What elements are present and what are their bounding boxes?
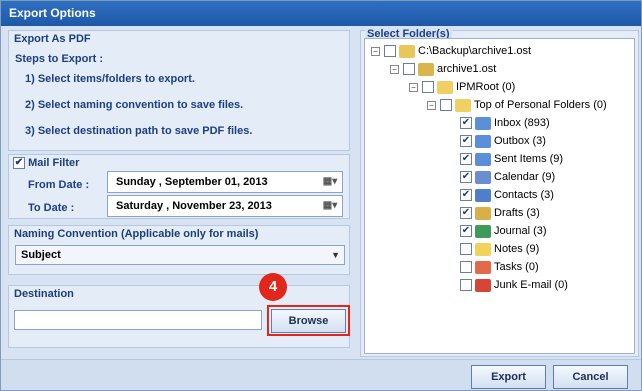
tree-node-journal[interactable]: ✔ Journal (3) xyxy=(460,222,547,240)
tree-node-notes[interactable]: Notes (9) xyxy=(460,240,539,258)
folder-checkbox[interactable]: ✔ xyxy=(460,207,472,220)
collapse-icon[interactable]: − xyxy=(427,100,436,110)
folder-checkbox[interactable] xyxy=(440,99,452,112)
window-title: Export Options xyxy=(1,1,641,26)
collapse-icon[interactable]: − xyxy=(371,46,380,56)
pst-file-icon xyxy=(418,62,434,76)
tree-node-label: Inbox (893) xyxy=(494,117,550,129)
export-button[interactable]: Export xyxy=(471,365,546,389)
naming-convention-select[interactable]: Subject ▼ xyxy=(15,245,345,265)
tree-node-label: Sent Items (9) xyxy=(494,153,564,165)
naming-convention-header: Naming Convention (Applicable only for m… xyxy=(14,228,259,240)
from-date-label: From Date : xyxy=(28,179,90,191)
mail-filter-label: Mail Filter xyxy=(28,157,80,169)
tree-node-drafts[interactable]: ✔ Drafts (3) xyxy=(460,204,540,222)
tree-node-label: Junk E-mail (0) xyxy=(494,279,568,291)
tree-node-outbox[interactable]: ✔ Outbox (3) xyxy=(460,132,546,150)
journal-icon xyxy=(475,224,491,238)
folder-icon xyxy=(455,98,471,112)
tree-node-label: C:\Backup\archive1.ost xyxy=(418,45,532,57)
tree-node-label: IPMRoot (0) xyxy=(456,81,516,93)
folder-icon xyxy=(437,80,453,94)
calendar-dropdown-icon[interactable]: ▦▾ xyxy=(320,174,340,190)
tree-node-label: Outbox (3) xyxy=(494,135,546,147)
step-3-text: 3) Select destination path to save PDF f… xyxy=(25,125,253,137)
folder-checkbox[interactable] xyxy=(460,261,472,274)
folder-checkbox[interactable] xyxy=(460,243,472,256)
notes-icon xyxy=(475,242,491,256)
tree-node-inbox[interactable]: ✔ Inbox (893) xyxy=(460,114,550,132)
tree-node-root[interactable]: − C:\Backup\archive1.ost xyxy=(371,42,531,60)
export-pdf-panel: Export As PDF Steps to Export : 1) Selec… xyxy=(8,30,350,151)
browse-button[interactable]: Browse xyxy=(271,309,346,333)
tasks-icon xyxy=(475,260,491,274)
destination-path-input[interactable] xyxy=(14,310,262,330)
outbox-icon xyxy=(475,134,491,148)
steps-heading: Steps to Export : xyxy=(15,53,104,65)
tree-node-label: Contacts (3) xyxy=(494,189,554,201)
chevron-down-icon: ▼ xyxy=(331,250,340,260)
tree-node-top-folders[interactable]: − Top of Personal Folders (0) xyxy=(427,96,607,114)
tree-node-tasks[interactable]: Tasks (0) xyxy=(460,258,539,276)
step-1-text: 1) Select items/folders to export. xyxy=(25,73,195,85)
folder-checkbox[interactable] xyxy=(460,279,472,292)
sent-items-icon xyxy=(475,152,491,166)
junk-email-icon xyxy=(475,278,491,292)
calendar-dropdown-icon[interactable]: ▦▾ xyxy=(320,198,340,214)
tree-node-junk-email[interactable]: Junk E-mail (0) xyxy=(460,276,568,294)
naming-convention-value: Subject xyxy=(21,249,61,261)
folder-checkbox[interactable]: ✔ xyxy=(460,153,472,166)
tree-node-label: Top of Personal Folders (0) xyxy=(474,99,607,111)
naming-convention-panel: Naming Convention (Applicable only for m… xyxy=(8,225,350,275)
tree-node-sent-items[interactable]: ✔ Sent Items (9) xyxy=(460,150,563,168)
folder-checkbox[interactable] xyxy=(422,81,434,94)
folder-checkbox[interactable]: ✔ xyxy=(460,117,472,130)
tree-node-label: Journal (3) xyxy=(494,225,547,237)
tree-node-ipmroot[interactable]: − IPMRoot (0) xyxy=(409,78,515,96)
folder-tree: − C:\Backup\archive1.ost − archive1.ost − I… xyxy=(364,38,635,354)
export-pdf-header: Export As PDF xyxy=(14,33,91,45)
tree-node-label: Calendar (9) xyxy=(494,171,556,183)
contacts-icon xyxy=(475,188,491,202)
folder-checkbox[interactable]: ✔ xyxy=(460,225,472,238)
tree-node-calendar[interactable]: ✔ Calendar (9) xyxy=(460,168,555,186)
to-date-value: Saturday , November 23, 2013 xyxy=(116,200,272,212)
export-options-window: Export Options Export As PDF Steps to Ex… xyxy=(0,0,642,391)
folder-checkbox[interactable] xyxy=(384,45,396,58)
tree-node-label: Drafts (3) xyxy=(494,207,540,219)
mail-filter-toggle[interactable]: ✔ Mail Filter xyxy=(13,157,80,170)
calendar-icon xyxy=(475,170,491,184)
tree-node-label: Tasks (0) xyxy=(494,261,539,273)
inbox-icon xyxy=(475,116,491,130)
tree-node-label: Notes (9) xyxy=(494,243,540,255)
tree-node-contacts[interactable]: ✔ Contacts (3) xyxy=(460,186,554,204)
step-2-text: 2) Select naming convention to save file… xyxy=(25,99,244,111)
collapse-icon[interactable]: − xyxy=(409,82,418,92)
from-date-value: Sunday , September 01, 2013 xyxy=(116,176,268,188)
mail-filter-panel: ✔ Mail Filter From Date : Sunday , Septe… xyxy=(8,154,350,219)
mail-filter-checkbox[interactable]: ✔ xyxy=(13,157,25,170)
folder-checkbox[interactable]: ✔ xyxy=(460,135,472,148)
tree-node-label: archive1.ost xyxy=(437,63,497,75)
drafts-icon xyxy=(475,206,491,220)
cancel-button[interactable]: Cancel xyxy=(553,365,628,389)
to-date-label: To Date : xyxy=(28,202,75,214)
folder-open-icon xyxy=(399,44,415,58)
folder-checkbox[interactable]: ✔ xyxy=(460,189,472,202)
folder-checkbox[interactable]: ✔ xyxy=(460,171,472,184)
destination-header: Destination xyxy=(14,288,74,300)
collapse-icon[interactable]: − xyxy=(390,64,399,74)
tree-node-archive[interactable]: − archive1.ost xyxy=(390,60,496,78)
to-date-picker[interactable]: Saturday , November 23, 2013 ▦▾ xyxy=(107,195,343,217)
folder-checkbox[interactable] xyxy=(403,63,415,76)
from-date-picker[interactable]: Sunday , September 01, 2013 ▦▾ xyxy=(107,171,343,193)
step-badge: 4 xyxy=(259,273,287,301)
